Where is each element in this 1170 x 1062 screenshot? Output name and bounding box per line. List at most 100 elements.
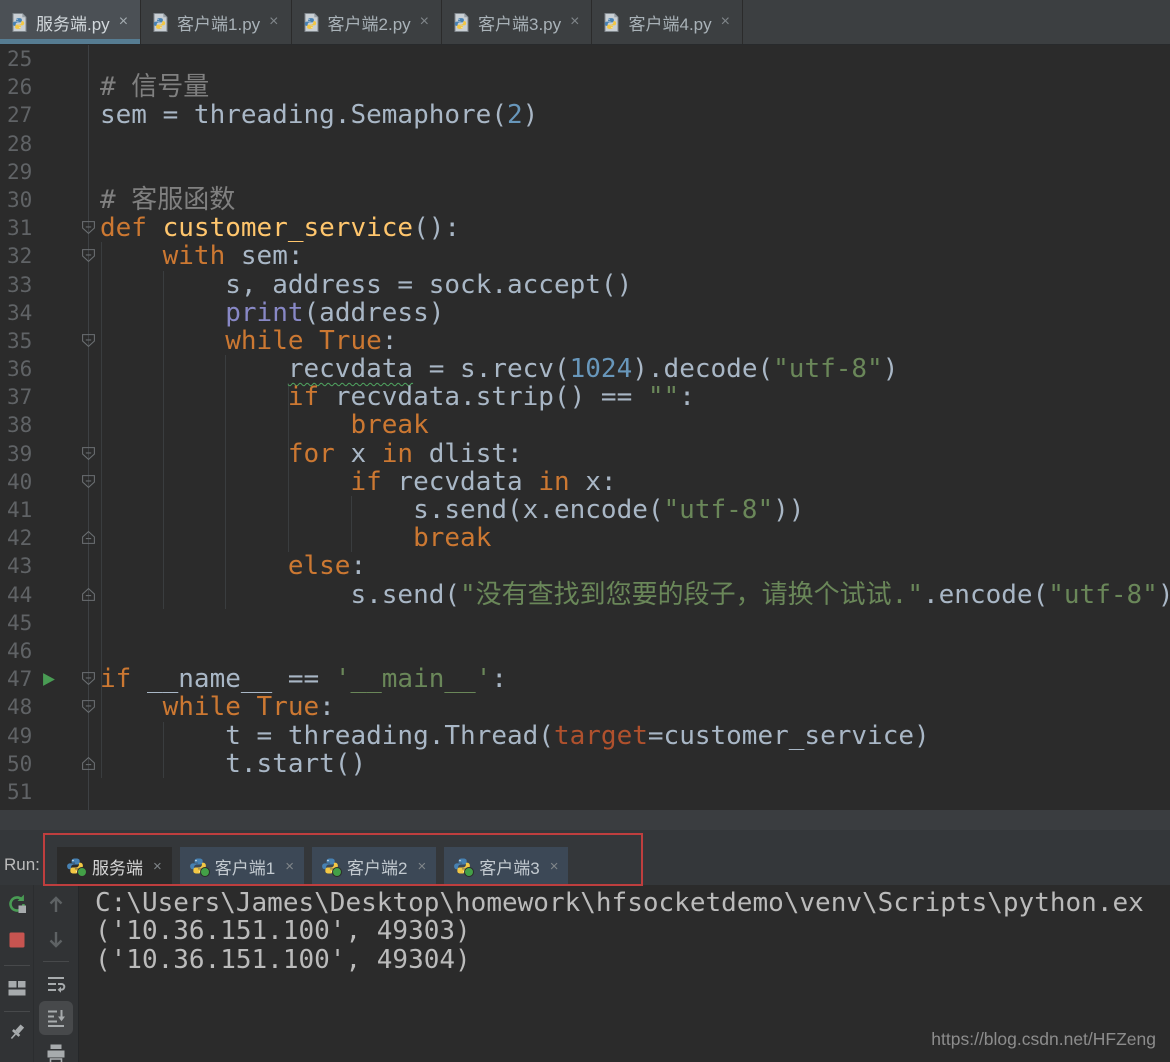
tab-close-icon[interactable]: × — [568, 14, 579, 30]
line-number[interactable]: 32 — [0, 242, 38, 270]
code-text[interactable]: def customer_service(): — [94, 214, 460, 242]
code-line-26[interactable]: 26 # 信号量 — [0, 73, 1170, 101]
line-number[interactable]: 26 — [0, 73, 38, 101]
stop-button[interactable] — [4, 927, 30, 953]
line-number[interactable]: 49 — [0, 722, 38, 750]
code-line-48[interactable]: 48 while True: — [0, 693, 1170, 721]
code-text[interactable]: break — [94, 411, 429, 439]
print-button[interactable] — [43, 1041, 69, 1062]
code-text[interactable]: while True: — [94, 693, 335, 721]
soft-wrap-button[interactable] — [43, 971, 69, 997]
gutter-zone[interactable] — [38, 45, 94, 73]
gutter-zone[interactable] — [38, 271, 94, 299]
fold-start-icon[interactable] — [81, 220, 96, 235]
gutter-zone[interactable] — [38, 524, 94, 552]
code-text[interactable]: while True: — [94, 327, 397, 355]
gutter-zone[interactable] — [38, 468, 94, 496]
code-line-31[interactable]: 31 def customer_service(): — [0, 214, 1170, 242]
fold-start-icon[interactable] — [81, 699, 96, 714]
line-number[interactable]: 27 — [0, 101, 38, 129]
run-line-icon[interactable] — [42, 672, 56, 687]
code-line-30[interactable]: 30# 客服函数 — [0, 186, 1170, 214]
line-number[interactable]: 38 — [0, 411, 38, 439]
gutter-zone[interactable] — [38, 214, 94, 242]
gutter-zone[interactable] — [38, 637, 94, 665]
code-line-44[interactable]: 44 s.send("没有查找到您要的段子，请换个试试.".encode("ut… — [0, 581, 1170, 609]
code-text[interactable]: # 客服函数 — [94, 186, 235, 214]
code-text[interactable] — [94, 609, 100, 637]
fold-start-icon[interactable] — [81, 333, 96, 348]
line-number[interactable]: 45 — [0, 609, 38, 637]
code-line-42[interactable]: 42 break — [0, 524, 1170, 552]
gutter-zone[interactable] — [38, 609, 94, 637]
code-text[interactable]: t = threading.Thread(target=customer_ser… — [94, 722, 930, 750]
code-text[interactable]: print(address) — [94, 299, 444, 327]
line-number[interactable]: 44 — [0, 581, 38, 609]
code-text[interactable]: with sem: — [94, 242, 304, 270]
gutter-zone[interactable] — [38, 327, 94, 355]
code-text[interactable]: break — [94, 524, 491, 552]
tab-close-icon[interactable]: × — [418, 14, 429, 30]
tab-close-icon[interactable]: × — [117, 14, 128, 30]
line-number[interactable]: 42 — [0, 524, 38, 552]
gutter-zone[interactable] — [38, 778, 94, 806]
code-line-46[interactable]: 46 — [0, 637, 1170, 665]
gutter-zone[interactable] — [38, 383, 94, 411]
code-text[interactable]: # 信号量 — [94, 73, 209, 101]
line-number[interactable]: 50 — [0, 750, 38, 778]
scroll-to-end-button[interactable] — [39, 1001, 73, 1035]
code-text[interactable]: s.send("没有查找到您要的段子，请换个试试.".encode("utf-8… — [94, 581, 1170, 609]
code-text[interactable] — [94, 45, 100, 73]
code-line-40[interactable]: 40 if recvdata in x: — [0, 468, 1170, 496]
code-line-45[interactable]: 45 — [0, 609, 1170, 637]
line-number[interactable]: 33 — [0, 271, 38, 299]
editor-tab-4[interactable]: 客户端4.py× — [592, 0, 742, 44]
fold-end-icon[interactable] — [81, 756, 96, 771]
code-text[interactable]: recvdata = s.recv(1024).decode("utf-8") — [94, 355, 898, 383]
up-arrow-button[interactable] — [43, 891, 69, 917]
code-line-50[interactable]: 50 t.start() — [0, 750, 1170, 778]
gutter-zone[interactable] — [38, 665, 94, 693]
line-number[interactable]: 47 — [0, 665, 38, 693]
gutter-zone[interactable] — [38, 101, 94, 129]
gutter-zone[interactable] — [38, 130, 94, 158]
code-line-32[interactable]: 32 with sem: — [0, 242, 1170, 270]
line-number[interactable]: 28 — [0, 130, 38, 158]
code-line-38[interactable]: 38 break — [0, 411, 1170, 439]
code-text[interactable]: if recvdata in x: — [94, 468, 617, 496]
fold-start-icon[interactable] — [81, 474, 96, 489]
code-text[interactable] — [94, 158, 100, 186]
fold-end-icon[interactable] — [81, 530, 96, 545]
code-line-25[interactable]: 25 — [0, 45, 1170, 73]
code-text[interactable] — [94, 637, 100, 665]
line-number[interactable]: 25 — [0, 45, 38, 73]
code-line-27[interactable]: 27sem = threading.Semaphore(2) — [0, 101, 1170, 129]
gutter-zone[interactable] — [38, 722, 94, 750]
rerun-button[interactable] — [4, 891, 30, 917]
editor-tab-3[interactable]: 客户端3.py× — [442, 0, 592, 44]
code-line-36[interactable]: 36 recvdata = s.recv(1024).decode("utf-8… — [0, 355, 1170, 383]
tab-close-icon[interactable]: × — [267, 14, 278, 30]
gutter-zone[interactable] — [38, 496, 94, 524]
layout-button[interactable] — [4, 975, 30, 1001]
gutter-zone[interactable] — [38, 73, 94, 101]
code-text[interactable] — [94, 778, 100, 806]
code-line-28[interactable]: 28 — [0, 130, 1170, 158]
code-editor[interactable]: 2526 # 信号量27sem = threading.Semaphore(2)2… — [0, 45, 1170, 810]
code-line-43[interactable]: 43 else: — [0, 552, 1170, 580]
tab-close-icon[interactable]: × — [719, 14, 730, 30]
line-number[interactable]: 41 — [0, 496, 38, 524]
line-number[interactable]: 35 — [0, 327, 38, 355]
code-line-35[interactable]: 35 while True: — [0, 327, 1170, 355]
line-number[interactable]: 48 — [0, 693, 38, 721]
editor-tab-1[interactable]: 客户端1.py× — [141, 0, 291, 44]
code-text[interactable]: t.start() — [94, 750, 366, 778]
line-number[interactable]: 39 — [0, 440, 38, 468]
pin-button[interactable] — [4, 1019, 30, 1045]
line-number[interactable]: 31 — [0, 214, 38, 242]
code-line-47[interactable]: 47if __name__ == '__main__': — [0, 665, 1170, 693]
line-number[interactable]: 51 — [0, 778, 38, 806]
code-line-37[interactable]: 37 if recvdata.strip() == "": — [0, 383, 1170, 411]
code-line-33[interactable]: 33 s, address = sock.accept() — [0, 271, 1170, 299]
gutter-zone[interactable] — [38, 186, 94, 214]
